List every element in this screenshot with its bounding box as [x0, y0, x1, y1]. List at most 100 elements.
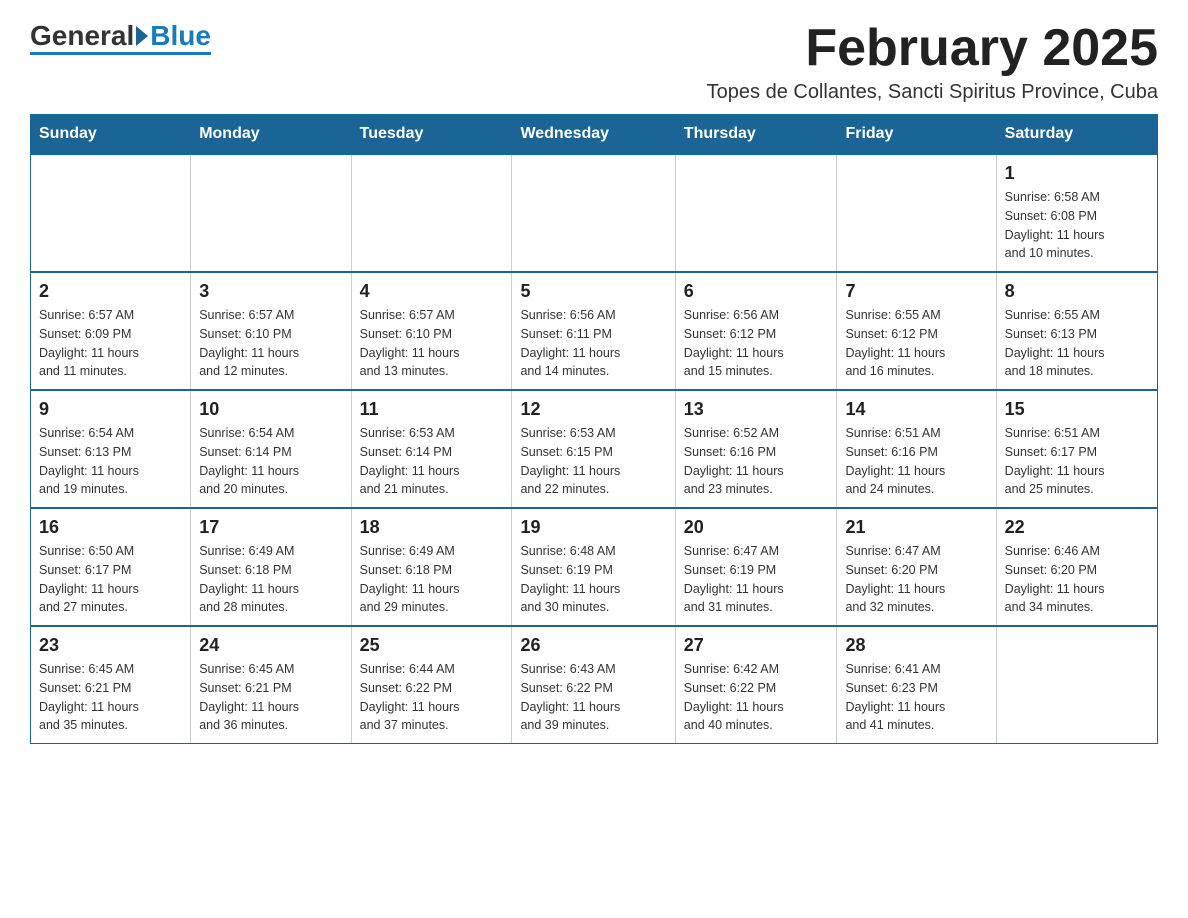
- title-section: February 2025 Topes de Collantes, Sancti…: [707, 20, 1158, 104]
- calendar-week-row: 9Sunrise: 6:54 AM Sunset: 6:13 PM Daylig…: [31, 390, 1158, 508]
- day-info: Sunrise: 6:51 AM Sunset: 6:16 PM Dayligh…: [845, 426, 945, 496]
- day-info: Sunrise: 6:55 AM Sunset: 6:12 PM Dayligh…: [845, 308, 945, 378]
- calendar-cell: [31, 154, 191, 272]
- calendar-body: 1 Sunrise: 6:58 AM Sunset: 6:08 PM Daylig…: [31, 154, 1158, 744]
- calendar-cell: 12 Sunrise: 6:53 AM Sunset: 6:15 PM Dayli…: [512, 390, 675, 508]
- calendar-cell: 20Sunrise: 6:47 AM Sunset: 6:19 PM Dayli…: [675, 508, 837, 626]
- calendar-cell: 7 Sunrise: 6:55 AM Sunset: 6:12 PM Daylig…: [837, 272, 996, 390]
- calendar-cell: 11 Sunrise: 6:53 AM Sunset: 6:14 PM Dayli…: [351, 390, 512, 508]
- page-header: General Blue February 2025 Topes de Coll…: [30, 20, 1158, 104]
- day-info: Sunrise: 6:57 AM Sunset: 6:10 PM Dayligh…: [199, 308, 299, 378]
- calendar-cell: [512, 154, 675, 272]
- day-info: Sunrise: 6:48 AM Sunset: 6:19 PM Dayligh…: [520, 544, 620, 614]
- calendar-cell: 10 Sunrise: 6:54 AM Sunset: 6:14 PM Dayli…: [191, 390, 351, 508]
- day-number: 1: [1005, 163, 1149, 184]
- day-number: 23: [39, 635, 182, 656]
- calendar-cell: 2 Sunrise: 6:57 AM Sunset: 6:09 PM Daylig…: [31, 272, 191, 390]
- day-number: 11: [360, 399, 504, 420]
- day-info: Sunrise: 6:53 AM Sunset: 6:15 PM Dayligh…: [520, 426, 620, 496]
- day-number: 12: [520, 399, 666, 420]
- calendar-cell: 26 Sunrise: 6:43 AM Sunset: 6:22 PM Dayli…: [512, 626, 675, 744]
- calendar-cell: 17 Sunrise: 6:49 AM Sunset: 6:18 PM Dayli…: [191, 508, 351, 626]
- day-number: 13: [684, 399, 829, 420]
- day-number: 2: [39, 281, 182, 302]
- day-number: 22: [1005, 517, 1149, 538]
- header-thursday: Thursday: [675, 115, 837, 155]
- calendar-cell: 15 Sunrise: 6:51 AM Sunset: 6:17 PM Dayli…: [996, 390, 1157, 508]
- calendar-cell: [837, 154, 996, 272]
- day-info: Sunrise: 6:56 AM Sunset: 6:12 PM Dayligh…: [684, 308, 784, 378]
- day-number: 19: [520, 517, 666, 538]
- day-info: Sunrise: 6:51 AM Sunset: 6:17 PM Dayligh…: [1005, 426, 1105, 496]
- calendar-cell: 4 Sunrise: 6:57 AM Sunset: 6:10 PM Daylig…: [351, 272, 512, 390]
- calendar-cell: 9Sunrise: 6:54 AM Sunset: 6:13 PM Daylig…: [31, 390, 191, 508]
- calendar-cell: 21Sunrise: 6:47 AM Sunset: 6:20 PM Dayli…: [837, 508, 996, 626]
- logo-blue: Blue: [150, 20, 211, 52]
- day-number: 4: [360, 281, 504, 302]
- calendar-cell: 23Sunrise: 6:45 AM Sunset: 6:21 PM Dayli…: [31, 626, 191, 744]
- day-info: Sunrise: 6:43 AM Sunset: 6:22 PM Dayligh…: [520, 662, 620, 732]
- day-number: 17: [199, 517, 342, 538]
- logo: General Blue: [30, 20, 211, 55]
- header-wednesday: Wednesday: [512, 115, 675, 155]
- calendar-header: Sunday Monday Tuesday Wednesday Thursday…: [31, 115, 1158, 155]
- day-info: Sunrise: 6:57 AM Sunset: 6:09 PM Dayligh…: [39, 308, 139, 378]
- location-subtitle: Topes de Collantes, Sancti Spiritus Prov…: [707, 81, 1158, 104]
- day-info: Sunrise: 6:57 AM Sunset: 6:10 PM Dayligh…: [360, 308, 460, 378]
- day-info: Sunrise: 6:52 AM Sunset: 6:16 PM Dayligh…: [684, 426, 784, 496]
- day-info: Sunrise: 6:42 AM Sunset: 6:22 PM Dayligh…: [684, 662, 784, 732]
- calendar-week-row: 23 Sunrise: 6:45 AM Sunset: 6:21 PM Dayli…: [31, 626, 1158, 744]
- header-monday: Monday: [191, 115, 351, 155]
- calendar-cell: 19 Sunrise: 6:48 AM Sunset: 6:19 PM Dayli…: [512, 508, 675, 626]
- day-number: 10: [199, 399, 342, 420]
- day-number: 14: [845, 399, 987, 420]
- calendar-cell: 6 Sunrise: 6:56 AM Sunset: 6:12 PM Daylig…: [675, 272, 837, 390]
- calendar-cell: 1 Sunrise: 6:58 AM Sunset: 6:08 PM Daylig…: [996, 154, 1157, 272]
- header-tuesday: Tuesday: [351, 115, 512, 155]
- calendar-cell: 8Sunrise: 6:55 AM Sunset: 6:13 PM Daylig…: [996, 272, 1157, 390]
- weekday-header-row: Sunday Monday Tuesday Wednesday Thursday…: [31, 115, 1158, 155]
- calendar-cell: [675, 154, 837, 272]
- day-info: Sunrise: 6:41 AM Sunset: 6:23 PM Dayligh…: [845, 662, 945, 732]
- calendar-cell: 13 Sunrise: 6:52 AM Sunset: 6:16 PM Dayli…: [675, 390, 837, 508]
- calendar-cell: 22 Sunrise: 6:46 AM Sunset: 6:20 PM Dayli…: [996, 508, 1157, 626]
- calendar-cell: 5Sunrise: 6:56 AM Sunset: 6:11 PM Daylig…: [512, 272, 675, 390]
- day-number: 21: [845, 517, 987, 538]
- calendar-week-row: 16 Sunrise: 6:50 AM Sunset: 6:17 PM Dayli…: [31, 508, 1158, 626]
- logo-general: General: [30, 20, 134, 52]
- day-number: 6: [684, 281, 829, 302]
- month-title: February 2025: [707, 20, 1158, 77]
- day-number: 26: [520, 635, 666, 656]
- calendar-cell: 3 Sunrise: 6:57 AM Sunset: 6:10 PM Daylig…: [191, 272, 351, 390]
- calendar-cell: [191, 154, 351, 272]
- calendar-cell: [351, 154, 512, 272]
- calendar-cell: [996, 626, 1157, 744]
- day-number: 3: [199, 281, 342, 302]
- day-number: 5: [520, 281, 666, 302]
- calendar-cell: 18 Sunrise: 6:49 AM Sunset: 6:18 PM Dayli…: [351, 508, 512, 626]
- day-info: Sunrise: 6:49 AM Sunset: 6:18 PM Dayligh…: [199, 544, 299, 614]
- day-info: Sunrise: 6:45 AM Sunset: 6:21 PM Dayligh…: [199, 662, 299, 732]
- header-sunday: Sunday: [31, 115, 191, 155]
- day-info: Sunrise: 6:49 AM Sunset: 6:18 PM Dayligh…: [360, 544, 460, 614]
- day-number: 16: [39, 517, 182, 538]
- calendar-cell: 14 Sunrise: 6:51 AM Sunset: 6:16 PM Dayli…: [837, 390, 996, 508]
- day-number: 18: [360, 517, 504, 538]
- day-info: Sunrise: 6:58 AM Sunset: 6:08 PM Dayligh…: [1005, 190, 1105, 260]
- day-number: 24: [199, 635, 342, 656]
- day-number: 15: [1005, 399, 1149, 420]
- day-number: 7: [845, 281, 987, 302]
- day-info: Sunrise: 6:53 AM Sunset: 6:14 PM Dayligh…: [360, 426, 460, 496]
- header-saturday: Saturday: [996, 115, 1157, 155]
- calendar-week-row: 1 Sunrise: 6:58 AM Sunset: 6:08 PM Daylig…: [31, 154, 1158, 272]
- day-info: Sunrise: 6:50 AM Sunset: 6:17 PM Dayligh…: [39, 544, 139, 614]
- day-number: 28: [845, 635, 987, 656]
- logo-underline: [30, 52, 211, 55]
- day-info: Sunrise: 6:54 AM Sunset: 6:14 PM Dayligh…: [199, 426, 299, 496]
- calendar-table: Sunday Monday Tuesday Wednesday Thursday…: [30, 114, 1158, 744]
- calendar-cell: 25Sunrise: 6:44 AM Sunset: 6:22 PM Dayli…: [351, 626, 512, 744]
- calendar-cell: 27Sunrise: 6:42 AM Sunset: 6:22 PM Dayli…: [675, 626, 837, 744]
- day-number: 9: [39, 399, 182, 420]
- calendar-cell: 16 Sunrise: 6:50 AM Sunset: 6:17 PM Dayli…: [31, 508, 191, 626]
- day-info: Sunrise: 6:46 AM Sunset: 6:20 PM Dayligh…: [1005, 544, 1105, 614]
